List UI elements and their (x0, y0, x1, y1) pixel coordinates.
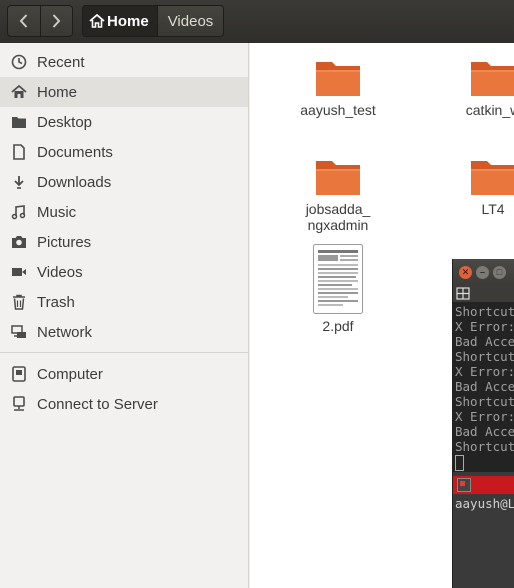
terminal-line: Shortcut (455, 394, 514, 409)
file-label: aayush_test (300, 102, 376, 118)
breadcrumb-videos[interactable]: Videos (157, 5, 225, 37)
sidebar-item-music[interactable]: Music (0, 197, 248, 227)
file-label: 2.pdf (322, 318, 354, 334)
sidebar-item-documents[interactable]: Documents (0, 137, 248, 167)
terminal-prompt[interactable]: aayush@L (453, 494, 514, 513)
close-icon: ✕ (461, 266, 470, 277)
computer-icon (10, 365, 28, 383)
terminal-line: Bad Acce (455, 424, 514, 439)
chevron-right-icon (53, 14, 61, 28)
terminal-cursor (455, 455, 464, 471)
sidebar-item-videos[interactable]: Videos (0, 257, 248, 287)
header-bar: Home Videos (0, 0, 514, 43)
document-icon (10, 143, 28, 161)
back-button[interactable] (8, 6, 40, 36)
terminal-pane-divider[interactable] (453, 476, 514, 494)
sidebar-item-label: Connect to Server (37, 395, 158, 413)
sidebar-item-label: Videos (37, 263, 83, 281)
terminal-line: Bad Acce (455, 334, 514, 349)
sidebar-item-home[interactable]: Home (0, 77, 248, 107)
sidebar-item-label: Desktop (37, 113, 93, 131)
terminal-line: X Error: (455, 319, 514, 334)
terminal-output-pane[interactable]: Shortcut X Error: Bad Acce Shortcut X Er… (453, 302, 514, 472)
clock-icon (10, 53, 28, 71)
terminal-body[interactable]: Shortcut X Error: Bad Acce Shortcut X Er… (453, 302, 514, 588)
folder-icon (471, 62, 514, 96)
folder-icon (316, 62, 360, 96)
sidebar-item-label: Pictures (37, 233, 92, 251)
sidebar-item-label: Recent (37, 53, 85, 71)
forward-button[interactable] (39, 6, 72, 36)
server-icon (10, 395, 28, 413)
sidebar: Recent Home Desktop Documents Downloads … (0, 43, 249, 588)
sidebar-separator (0, 352, 248, 353)
terminal-window[interactable]: ✕ – □ Shortcut X Error: Bad Acce Shortcu… (452, 259, 514, 588)
network-icon (10, 323, 28, 341)
layout-grid-icon[interactable] (456, 287, 470, 300)
pane-grip-icon[interactable] (457, 478, 471, 492)
file-item-folder[interactable]: jobsadda_ ngxadmin (268, 157, 408, 233)
folder-icon (471, 161, 514, 195)
home-icon (89, 14, 105, 28)
close-button[interactable]: ✕ (459, 265, 472, 279)
terminal-line: Bad Acce (455, 379, 514, 394)
terminal-toolbar (453, 285, 514, 302)
file-item-folder[interactable]: catkin_w (423, 58, 514, 118)
breadcrumb-home[interactable]: Home (82, 5, 158, 37)
path-bar: Home Videos (82, 5, 225, 37)
chevron-left-icon (19, 14, 28, 28)
minimize-button[interactable]: – (476, 265, 489, 279)
sidebar-item-computer[interactable]: Computer (0, 359, 248, 389)
download-icon (10, 173, 28, 191)
minimize-icon: – (479, 266, 485, 277)
sidebar-item-label: Trash (37, 293, 75, 311)
sidebar-item-connect-to-server[interactable]: Connect to Server (0, 389, 248, 419)
file-item-folder[interactable]: LT4 (423, 157, 514, 217)
sidebar-item-network[interactable]: Network (0, 317, 248, 347)
sidebar-item-label: Downloads (37, 173, 112, 191)
video-icon (10, 263, 28, 281)
sidebar-item-trash[interactable]: Trash (0, 287, 248, 317)
folder-icon (316, 161, 360, 195)
file-item-folder[interactable]: aayush_test (268, 58, 408, 118)
trash-icon (10, 293, 28, 311)
camera-icon (10, 233, 28, 251)
folder-icon (10, 113, 28, 131)
terminal-line: Shortcut (455, 439, 514, 454)
sidebar-item-pictures[interactable]: Pictures (0, 227, 248, 257)
sidebar-item-downloads[interactable]: Downloads (0, 167, 248, 197)
terminal-line: Shortcut (455, 349, 514, 364)
breadcrumb-home-label: Home (107, 12, 149, 30)
file-item-pdf[interactable]: 2.pdf (268, 244, 408, 334)
nav-button-group (7, 5, 73, 37)
terminal-line: X Error: (455, 409, 514, 424)
breadcrumb-videos-label: Videos (167, 12, 214, 30)
file-label: jobsadda_ ngxadmin (305, 201, 371, 233)
pdf-thumbnail-icon (313, 244, 363, 314)
sidebar-item-label: Network (37, 323, 93, 341)
sidebar-item-desktop[interactable]: Desktop (0, 107, 248, 137)
maximize-icon: □ (496, 266, 503, 277)
sidebar-item-label: Computer (37, 365, 103, 383)
terminal-line: X Error: (455, 364, 514, 379)
sidebar-item-recent[interactable]: Recent (0, 47, 248, 77)
file-label: catkin_w (465, 102, 514, 118)
file-label: LT4 (481, 201, 505, 217)
terminal-line: Shortcut (455, 304, 514, 319)
maximize-button[interactable]: □ (493, 265, 506, 279)
terminal-titlebar[interactable]: ✕ – □ (453, 259, 514, 285)
sidebar-item-label: Documents (37, 143, 113, 161)
music-icon (10, 203, 28, 221)
sidebar-item-label: Music (37, 203, 77, 221)
sidebar-item-label: Home (37, 83, 78, 101)
home-icon (10, 83, 28, 101)
